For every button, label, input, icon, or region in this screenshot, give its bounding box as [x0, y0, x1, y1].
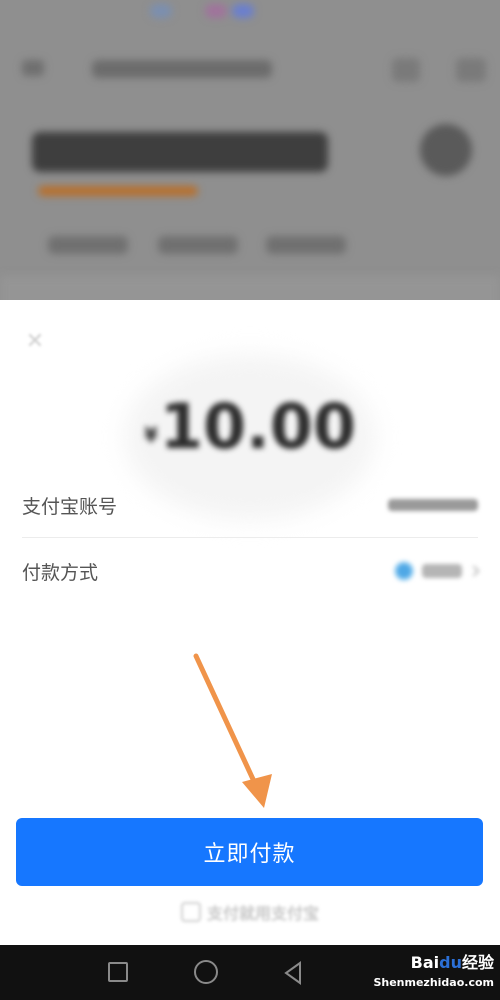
- background-page-overlay: [0, 0, 500, 310]
- payment-amount: ¥10.00: [0, 390, 500, 463]
- masked-account: [388, 499, 478, 511]
- recent-apps-icon[interactable]: [108, 962, 128, 982]
- account-row: 支付宝账号: [0, 472, 500, 538]
- watermark-paw: du: [439, 953, 462, 972]
- close-button[interactable]: ✕: [22, 328, 48, 354]
- payment-method-label: 付款方式: [22, 561, 99, 584]
- account-label: 支付宝账号: [22, 495, 118, 518]
- background-action-icon: [392, 58, 420, 82]
- brand-slogan-text: 支付就用支付宝: [206, 904, 319, 923]
- brand-slogan: 支付就用支付宝: [0, 900, 500, 924]
- back-icon: [22, 60, 44, 76]
- watermark-bai: Bai: [410, 953, 440, 972]
- system-navigation-bar: Baidu经验 Shenmezhidao.com: [0, 945, 500, 1000]
- watermark-url: Shenmezhidao.com: [373, 976, 494, 989]
- account-value: [388, 499, 478, 511]
- background-more-icon: [456, 58, 486, 82]
- background-chip: [266, 236, 346, 254]
- payment-method-row[interactable]: 付款方式: [0, 538, 500, 604]
- background-accent-underline: [38, 186, 198, 196]
- amount-value: 10.00: [159, 390, 357, 463]
- payment-method-value[interactable]: [394, 561, 480, 581]
- watermark: Baidu经验 Shenmezhidao.com: [359, 947, 494, 997]
- background-blur-layer: [0, 0, 500, 310]
- status-icon: [232, 4, 254, 18]
- status-icon: [205, 4, 227, 18]
- huabei-icon: [394, 561, 414, 581]
- alipay-logo-icon: [180, 902, 201, 922]
- currency-symbol: ¥: [143, 423, 158, 447]
- close-icon: ✕: [25, 328, 45, 354]
- background-title: [92, 60, 272, 78]
- pay-now-button[interactable]: 立即付款: [16, 818, 483, 886]
- background-chip: [158, 236, 238, 254]
- status-icon: [150, 4, 172, 18]
- background-contact-icon: [420, 124, 472, 176]
- watermark-jingyan: 经验: [461, 953, 494, 972]
- background-phone-number: [32, 132, 328, 172]
- payment-method-name: [422, 564, 462, 578]
- back-triangle-icon[interactable]: [282, 961, 304, 985]
- watermark-brand: Baidu经验: [359, 949, 494, 973]
- background-chip: [48, 236, 128, 254]
- chevron-right-icon: [468, 565, 480, 577]
- home-icon[interactable]: [194, 960, 218, 984]
- annotation-arrow-icon: [193, 653, 272, 808]
- payment-sheet: ✕ ¥10.00 支付宝账号 付款方式 立即付款 支付就用支付宝: [0, 300, 500, 945]
